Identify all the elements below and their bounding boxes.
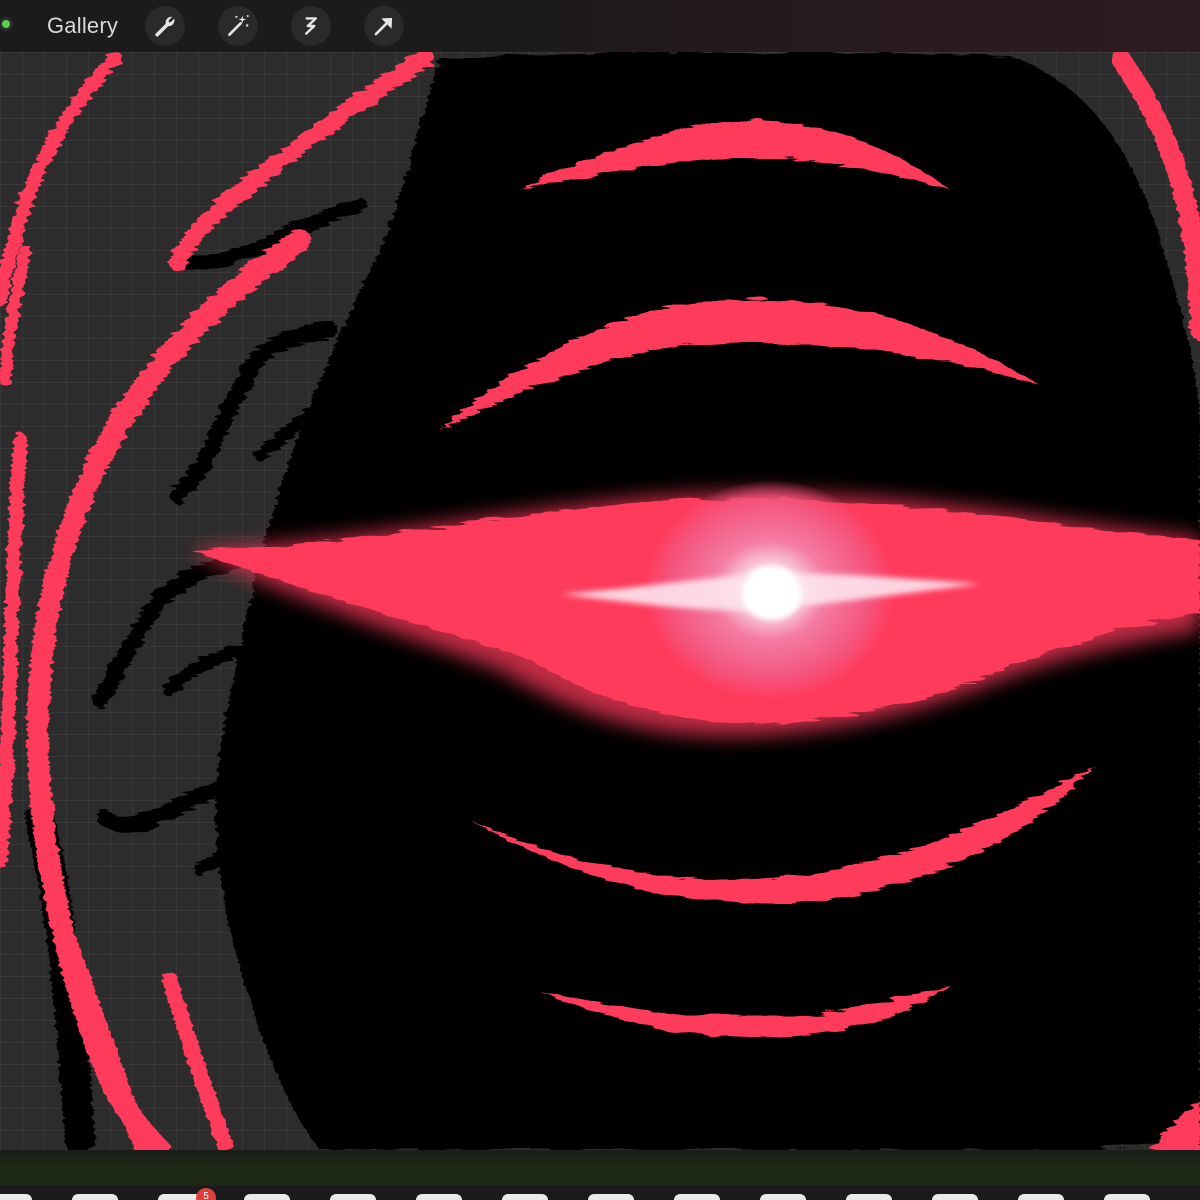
- dock-app[interactable]: [932, 1194, 978, 1200]
- gallery-button[interactable]: Gallery: [47, 12, 118, 40]
- dock-app[interactable]: [0, 1194, 32, 1200]
- dock-app[interactable]: [416, 1194, 462, 1200]
- adjustments-button[interactable]: [218, 6, 258, 46]
- arrow-cursor-icon: [371, 13, 397, 39]
- selection-button[interactable]: [291, 6, 331, 46]
- dock-app[interactable]: [502, 1194, 548, 1200]
- dock-app[interactable]: [588, 1194, 634, 1200]
- transform-button[interactable]: [364, 6, 404, 46]
- dock-app[interactable]: [760, 1194, 806, 1200]
- artwork: [0, 52, 1200, 1150]
- dock-app[interactable]: [1104, 1194, 1150, 1200]
- top-toolbar: Gallery: [0, 0, 1200, 52]
- status-indicator: [2, 20, 10, 28]
- dock-app[interactable]: [846, 1194, 892, 1200]
- dock-app[interactable]: [674, 1194, 720, 1200]
- drawing-canvas[interactable]: [0, 52, 1200, 1150]
- selection-s-icon: [298, 13, 324, 39]
- magic-wand-icon: [225, 13, 251, 39]
- actions-button[interactable]: [145, 6, 185, 46]
- procreate-app: Gallery 5: [0, 0, 1200, 1200]
- dock-app[interactable]: [244, 1194, 290, 1200]
- dock-app[interactable]: [330, 1194, 376, 1200]
- dock-app[interactable]: [72, 1194, 118, 1200]
- dock-app[interactable]: [1018, 1194, 1064, 1200]
- wrench-icon: [152, 13, 178, 39]
